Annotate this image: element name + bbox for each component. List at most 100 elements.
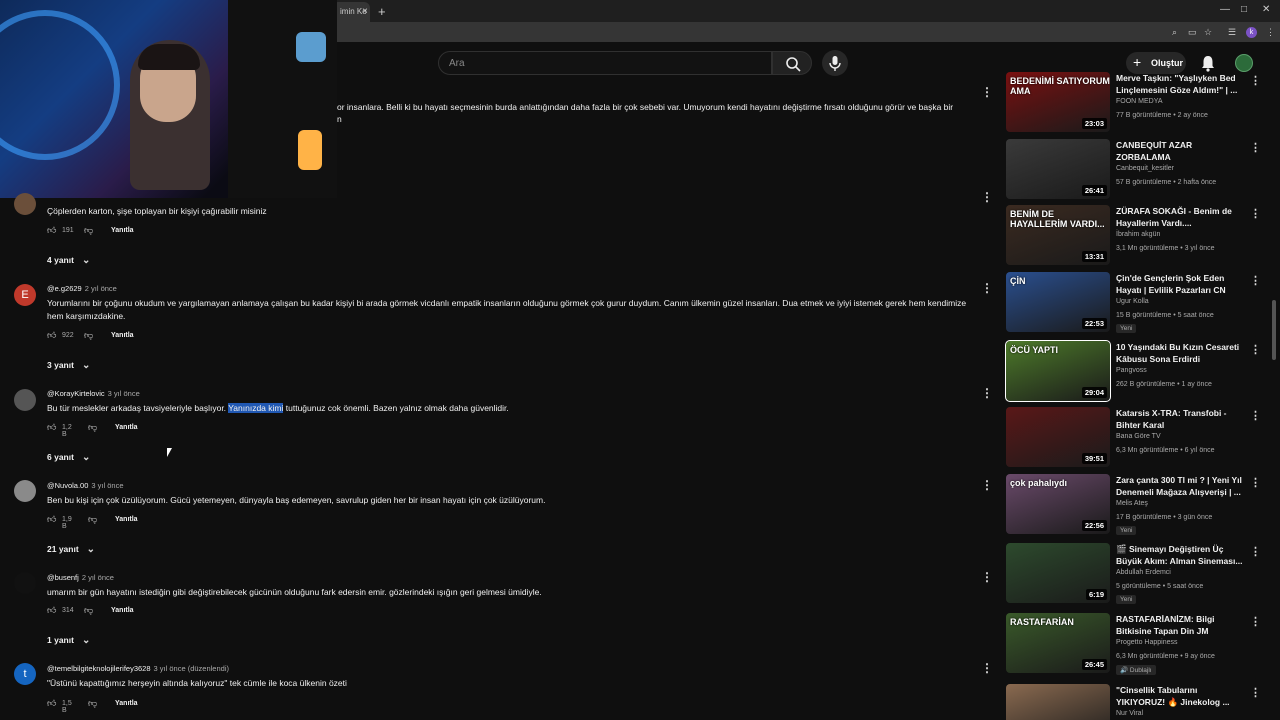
author-name[interactable]: @Nuvola.00 bbox=[47, 481, 88, 490]
comment-menu-icon[interactable]: ⋮ bbox=[981, 386, 993, 400]
dislike-icon[interactable]: 👎︎ bbox=[88, 422, 97, 433]
video-thumbnail[interactable]: çok pahalıydı 22:56 bbox=[1006, 474, 1110, 534]
video-menu-icon[interactable]: ⋮ bbox=[1250, 207, 1261, 220]
dislike-icon[interactable]: 👎︎ bbox=[84, 330, 93, 341]
comment-menu-icon[interactable]: ⋮ bbox=[981, 281, 993, 295]
comment-menu-icon[interactable]: ⋮ bbox=[981, 190, 993, 204]
comment-author[interactable]: @e.g2629 2 yıl önce bbox=[47, 284, 117, 293]
video-thumbnail[interactable]: RASTAFARİAN 26:45 bbox=[1006, 613, 1110, 673]
video-thumbnail[interactable]: 6:19 bbox=[1006, 543, 1110, 603]
video-menu-icon[interactable]: ⋮ bbox=[1250, 409, 1261, 422]
comment-avatar[interactable]: t bbox=[14, 663, 36, 685]
comment-author[interactable]: @Nuvola.00 3 yıl önce bbox=[47, 481, 124, 490]
video-menu-icon[interactable]: ⋮ bbox=[1250, 74, 1261, 87]
channel-name[interactable]: İbrahim akgün bbox=[1116, 231, 1160, 238]
like-icon[interactable]: 👍︎ bbox=[47, 698, 56, 709]
author-name[interactable]: @temelbilgiteknolojilerifey3628 bbox=[47, 664, 151, 673]
browser-profile-avatar[interactable]: k bbox=[1246, 27, 1257, 38]
channel-name[interactable]: FOON MEDYA bbox=[1116, 98, 1163, 105]
replies-toggle[interactable]: 4 yanıt ⌄ bbox=[47, 255, 90, 266]
replies-toggle[interactable]: 3 yanıt ⌄ bbox=[47, 360, 90, 371]
video-thumbnail[interactable]: BENİM DE HAYALLERİM VARDI... 13:31 bbox=[1006, 205, 1110, 265]
dislike-icon[interactable]: 👎︎ bbox=[88, 698, 97, 709]
reply-button[interactable]: Yanıtla bbox=[115, 424, 138, 431]
like-icon[interactable]: 👍︎ bbox=[47, 514, 56, 525]
maximize-icon[interactable]: □ bbox=[1241, 4, 1247, 15]
voice-search-button[interactable] bbox=[822, 50, 848, 76]
reply-button[interactable]: Yanıtla bbox=[115, 516, 138, 523]
comment-author[interactable]: @busenfj 2 yıl önce bbox=[47, 573, 114, 582]
video-thumbnail[interactable]: ÖCÜ YAPTI 29:04 bbox=[1005, 340, 1111, 402]
video-thumbnail[interactable]: BEDENİMİ SATIYORUM AMA 23:03 bbox=[1006, 72, 1110, 132]
like-icon[interactable]: 👍︎ bbox=[47, 330, 56, 341]
replies-toggle[interactable]: 21 yanıt ⌄ bbox=[47, 544, 95, 555]
bookmark-star-icon[interactable]: ☆ bbox=[1204, 27, 1212, 38]
search-button[interactable] bbox=[772, 51, 812, 75]
scrollbar[interactable] bbox=[1272, 300, 1276, 360]
video-thumbnail[interactable]: 39:51 bbox=[1006, 407, 1110, 467]
recommended-video[interactable]: 26:41 CANBEQUİT AZAR ZORBALAMA Canbequit_k… bbox=[1006, 139, 1266, 201]
video-title[interactable]: RASTAFARİANİZM: Bilgi Bitkisine Tapan Di… bbox=[1116, 613, 1246, 637]
like-icon[interactable]: 👍︎ bbox=[47, 605, 56, 616]
comment-menu-icon[interactable]: ⋮ bbox=[981, 85, 993, 99]
video-title[interactable]: Merve Taşkın: "Yaşlıyken Bed Linçlemesin… bbox=[1116, 72, 1246, 96]
recommended-video[interactable]: BEDENİMİ SATIYORUM AMA 23:03 Merve Taşkın:… bbox=[1006, 72, 1266, 134]
comment-time[interactable]: 2 yıl önce bbox=[85, 284, 117, 293]
comment-menu-icon[interactable]: ⋮ bbox=[981, 570, 993, 584]
dislike-icon[interactable]: 👎︎ bbox=[84, 225, 93, 236]
video-thumbnail[interactable]: ÇİN 22:53 bbox=[1006, 272, 1110, 332]
comment-menu-icon[interactable]: ⋮ bbox=[981, 661, 993, 675]
video-menu-icon[interactable]: ⋮ bbox=[1250, 545, 1261, 558]
menu-list-icon[interactable]: ☰ bbox=[1228, 27, 1236, 38]
minimize-icon[interactable]: — bbox=[1220, 4, 1230, 15]
reply-button[interactable]: Yanıtla bbox=[115, 700, 138, 707]
video-title[interactable]: Katarsis X-TRA: Transfobi - Bihter Karal bbox=[1116, 407, 1246, 431]
author-name[interactable]: @e.g2629 bbox=[47, 284, 82, 293]
cast-icon[interactable]: ▭ bbox=[1188, 27, 1197, 38]
video-menu-icon[interactable]: ⋮ bbox=[1250, 476, 1261, 489]
channel-name[interactable]: Pangvoss bbox=[1116, 367, 1147, 374]
replies-toggle[interactable]: 1 yanıt ⌄ bbox=[47, 635, 90, 646]
comment-avatar[interactable] bbox=[14, 572, 36, 594]
video-title[interactable]: 🎬 Sinemayı Değiştiren Üç Büyük Akım: Alm… bbox=[1116, 543, 1246, 567]
video-title[interactable]: Zara çanta 300 Tl mi ? | Yeni Yıl Deneme… bbox=[1116, 474, 1246, 498]
channel-name[interactable]: Progetto Happiness bbox=[1116, 639, 1177, 646]
recommended-video[interactable]: çok pahalıydı 22:56 Zara çanta 300 Tl mi ?… bbox=[1006, 474, 1266, 536]
close-tab-icon[interactable]: × bbox=[362, 6, 368, 17]
video-menu-icon[interactable]: ⋮ bbox=[1250, 141, 1261, 154]
channel-name[interactable]: Nur Viral bbox=[1116, 710, 1143, 717]
channel-name[interactable]: Melis Ateş bbox=[1116, 500, 1148, 507]
video-menu-icon[interactable]: ⋮ bbox=[1250, 686, 1261, 699]
more-icon[interactable]: ⋮ bbox=[1266, 27, 1275, 38]
like-icon[interactable]: 👍︎ bbox=[47, 225, 56, 236]
video-menu-icon[interactable]: ⋮ bbox=[1250, 615, 1261, 628]
video-thumbnail[interactable] bbox=[1006, 684, 1110, 720]
video-title[interactable]: "Cinsellik Tabularını YIKIYORUZ! 🔥 Jinek… bbox=[1116, 684, 1246, 708]
search-input[interactable]: Ara bbox=[438, 51, 772, 75]
close-window-icon[interactable]: ✕ bbox=[1262, 4, 1270, 15]
comment-author[interactable]: @temelbilgiteknolojilerifey3628 3 yıl önc… bbox=[47, 664, 229, 673]
comment-time[interactable]: 3 yıl önce (düzenlendi) bbox=[154, 664, 229, 673]
dislike-icon[interactable]: 👎︎ bbox=[88, 514, 97, 525]
comment-time[interactable]: 3 yıl önce bbox=[108, 389, 140, 398]
video-menu-icon[interactable]: ⋮ bbox=[1250, 274, 1261, 287]
video-menu-icon[interactable]: ⋮ bbox=[1250, 343, 1261, 356]
account-avatar[interactable] bbox=[1235, 54, 1253, 72]
comment-avatar[interactable]: E bbox=[14, 284, 36, 306]
reply-button[interactable]: Yanıtla bbox=[111, 227, 134, 234]
recommended-video[interactable]: 6:19 🎬 Sinemayı Değiştiren Üç Büyük Akım:… bbox=[1006, 543, 1266, 605]
author-name[interactable]: @busenfj bbox=[47, 573, 79, 582]
video-thumbnail[interactable]: 26:41 bbox=[1006, 139, 1110, 199]
video-title[interactable]: ZÜRAFA SOKAĞI - Benim de Hayallerim Vard… bbox=[1116, 205, 1246, 229]
recommended-video[interactable]: BENİM DE HAYALLERİM VARDI... 13:31 ZÜRAFA … bbox=[1006, 205, 1266, 267]
recommended-video[interactable]: 39:51 Katarsis X-TRA: Transfobi - Bihter … bbox=[1006, 407, 1266, 469]
channel-name[interactable]: Ugur Kolla bbox=[1116, 298, 1149, 305]
reply-button[interactable]: Yanıtla bbox=[111, 607, 134, 614]
recommended-video[interactable]: ÇİN 22:53 Çin'de Gençlerin Şok Eden Hayatı… bbox=[1006, 272, 1266, 334]
like-icon[interactable]: 👍︎ bbox=[47, 422, 56, 433]
video-title[interactable]: 10 Yaşındaki Bu Kızın Cesareti Kâbusu So… bbox=[1116, 341, 1246, 365]
recommended-video[interactable]: RASTAFARİAN 26:45 RASTAFARİANİZM: Bilgi Bi… bbox=[1006, 613, 1266, 675]
channel-name[interactable]: Bana Göre TV bbox=[1116, 433, 1161, 440]
replies-toggle[interactable]: 6 yanıt ⌄ bbox=[47, 452, 90, 463]
dislike-icon[interactable]: 👎︎ bbox=[84, 605, 93, 616]
